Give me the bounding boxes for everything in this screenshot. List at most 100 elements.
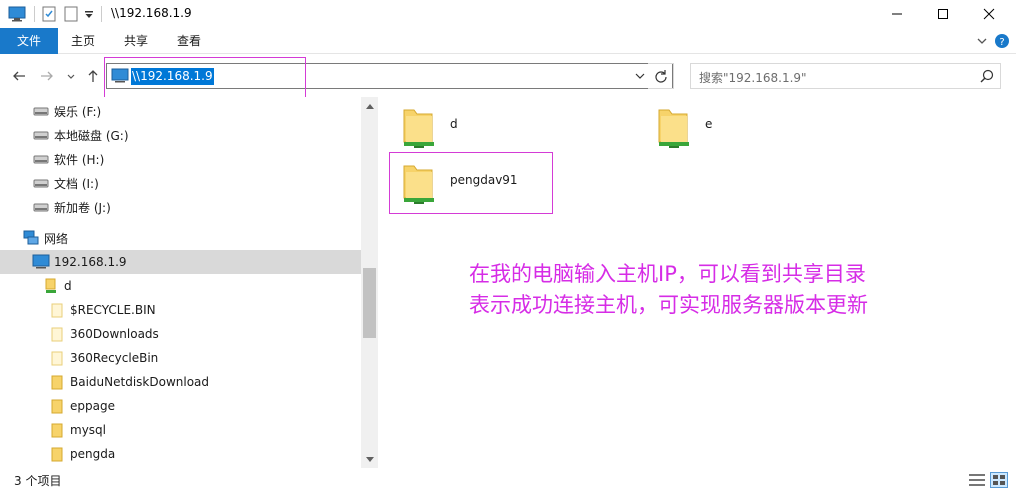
annotation-line-1: 在我的电脑输入主机IP，可以看到共享目录 [469, 262, 866, 286]
highlight-address-box [104, 57, 306, 99]
nav-item-label: eppage [70, 399, 115, 413]
folder-icon [48, 326, 66, 342]
chevron-up-icon [365, 103, 374, 109]
recent-locations-button[interactable] [66, 69, 80, 83]
properties-icon[interactable] [42, 6, 56, 22]
title-bar: \\192.168.1.9 [0, 0, 1016, 28]
nav-item-label: 360RecycleBin [70, 351, 159, 365]
nav-item-label: 文档 (I:) [54, 176, 99, 191]
network-folder-icon [653, 104, 693, 155]
refresh-button[interactable] [648, 63, 674, 89]
ribbon-tabs: 文件 主页 共享 查看 ? [0, 28, 1016, 54]
content-item-e[interactable]: e [653, 101, 853, 157]
nav-drive-i[interactable]: 文档 (I:) [32, 171, 352, 195]
details-view-icon[interactable] [968, 472, 986, 488]
nav-item-label: d [64, 279, 72, 293]
scroll-thumb[interactable] [363, 268, 376, 338]
folder-icon [48, 422, 66, 438]
minimize-icon [892, 13, 902, 15]
nav-host[interactable]: 192.168.1.9 [0, 250, 361, 274]
computer-icon [32, 254, 50, 270]
forward-button[interactable] [40, 69, 54, 83]
window-title: \\192.168.1.9 [111, 6, 192, 20]
folder-icon [48, 302, 66, 318]
nav-network[interactable]: 网络 [22, 226, 352, 250]
nav-item-label: 娱乐 (F:) [54, 104, 102, 119]
tab-home[interactable]: 主页 [62, 28, 104, 54]
folder-icon [48, 350, 66, 366]
tab-view[interactable]: 查看 [168, 28, 210, 54]
expand-ribbon-icon[interactable] [974, 33, 990, 49]
content-item-name: d [450, 117, 458, 131]
drive-icon [32, 151, 50, 167]
chevron-down-icon [365, 456, 374, 462]
highlight-folder-box [389, 152, 553, 214]
toolbar-divider [34, 6, 35, 22]
close-icon [983, 8, 995, 20]
nav-item-label: 软件 (H:) [54, 152, 105, 167]
drive-icon [32, 127, 50, 143]
svg-text:?: ? [999, 37, 1004, 48]
nav-folder[interactable]: pengda [48, 442, 352, 466]
tab-file[interactable]: 文件 [0, 28, 58, 54]
nav-item-label: 192.168.1.9 [54, 255, 127, 269]
large-icons-view-icon[interactable] [990, 472, 1008, 488]
nav-folder[interactable]: eppage [48, 394, 352, 418]
arrow-left-icon [13, 71, 25, 81]
scroll-down-button[interactable] [361, 451, 378, 468]
nav-item-label: 360Downloads [70, 327, 159, 341]
drive-icon [32, 103, 50, 119]
search-input[interactable]: 搜索"192.168.1.9" [690, 63, 1001, 89]
arrow-right-icon [41, 71, 53, 81]
annotation-note: 在我的电脑输入主机IP，可以看到共享目录 表示成功连接主机，可实现服务器版本更新 [469, 259, 949, 321]
item-count: 3 个项目 [14, 474, 62, 488]
nav-item-label: 网络 [44, 231, 69, 246]
search-placeholder: 搜索"192.168.1.9" [699, 71, 807, 85]
drive-icon [32, 199, 50, 215]
close-button[interactable] [966, 0, 1012, 28]
navigation-pane: 娱乐 (F:) 本地磁盘 (G:) 软件 (H:) 文档 (I:) 新加卷 (J… [0, 97, 378, 468]
maximize-button[interactable] [920, 0, 966, 28]
nav-item-label: $RECYCLE.BIN [70, 303, 156, 317]
network-folder-icon [398, 104, 438, 155]
nav-item-label: 本地磁盘 (G:) [54, 128, 129, 143]
chevron-down-icon [67, 74, 75, 79]
toolbar-divider [101, 6, 102, 22]
refresh-icon [654, 70, 667, 83]
status-bar: 3 个项目 [0, 468, 1016, 494]
content-item-name: e [705, 117, 713, 131]
maximize-icon [938, 9, 948, 19]
nav-drive-f[interactable]: 娱乐 (F:) [32, 99, 352, 123]
nav-drive-j[interactable]: 新加卷 (J:) [32, 195, 352, 219]
help-icon[interactable]: ? [994, 33, 1010, 49]
chevron-down-icon [635, 73, 645, 79]
nav-drive-g[interactable]: 本地磁盘 (G:) [32, 123, 352, 147]
nav-item-label: mysql [70, 423, 106, 437]
nav-item-label: BaiduNetdiskDownload [70, 375, 210, 389]
customize-toolbar-icon[interactable] [84, 9, 94, 25]
network-folder-icon [42, 278, 60, 294]
folder-icon [48, 374, 66, 390]
search-icon[interactable] [980, 69, 994, 86]
tab-share[interactable]: 共享 [115, 28, 157, 54]
nav-folder[interactable]: $RECYCLE.BIN [48, 298, 352, 322]
arrow-up-icon [88, 70, 98, 82]
nav-folder[interactable]: mysql [48, 418, 352, 442]
nav-folder[interactable]: 360Downloads [48, 322, 352, 346]
minimize-button[interactable] [874, 0, 920, 28]
scroll-up-button[interactable] [361, 97, 378, 114]
nav-scrollbar[interactable] [361, 97, 378, 468]
new-folder-icon[interactable] [64, 6, 78, 22]
nav-folder[interactable]: 360RecycleBin [48, 346, 352, 370]
back-button[interactable] [12, 69, 26, 83]
up-button[interactable] [86, 69, 100, 83]
nav-folder[interactable]: BaiduNetdiskDownload [48, 370, 352, 394]
folder-icon [48, 398, 66, 414]
drive-icon [32, 175, 50, 191]
nav-item-label: pengda [70, 447, 116, 461]
nav-drive-h[interactable]: 软件 (H:) [32, 147, 352, 171]
computer-icon [8, 6, 26, 22]
network-icon [22, 230, 40, 246]
nav-share-d[interactable]: d [42, 274, 352, 298]
content-item-d[interactable]: d [398, 101, 598, 157]
